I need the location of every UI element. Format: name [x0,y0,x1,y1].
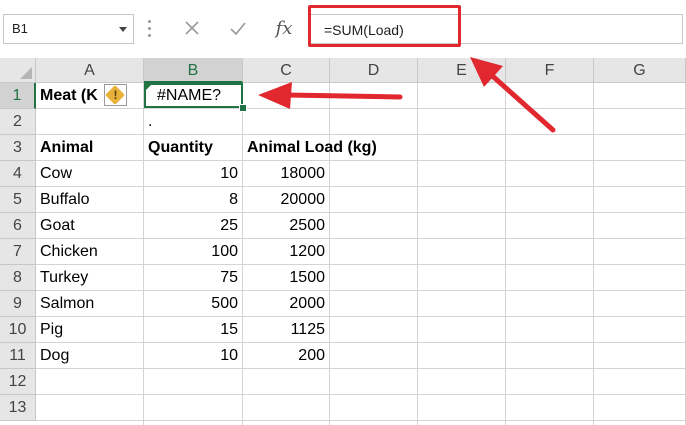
cell-b1[interactable]: #NAME? [144,83,243,109]
x-icon [185,21,199,35]
cell-c9[interactable]: 2000 [243,291,330,317]
cell-c3[interactable]: Animal Load (kg) [243,135,377,161]
row-header-4[interactable]: 4 [0,161,36,187]
row-header-7[interactable]: 7 [0,239,36,265]
cell-b8[interactable]: 75 [144,265,243,291]
cell-b3[interactable]: Quantity [144,135,243,161]
cell-a11[interactable]: Dog [36,343,144,369]
row-gridline [36,394,686,395]
cell-a8[interactable]: Turkey [36,265,144,291]
warning-symbol: ! [113,88,118,102]
cell-c11[interactable]: 200 [243,343,330,369]
column-header-d[interactable]: D [330,58,418,83]
row-header-3[interactable]: 3 [0,135,36,161]
row-header-9[interactable]: 9 [0,291,36,317]
formula-text: =SUM(Load) [324,22,404,38]
formula-bar: B1 fx =SUM(Load) [0,0,686,56]
check-icon [230,22,246,36]
name-box-value: B1 [12,21,28,36]
error-check-button[interactable]: ! [104,84,127,106]
select-all-icon [20,67,32,79]
column-header-a[interactable]: A [36,58,144,83]
cell-a10[interactable]: Pig [36,317,144,343]
name-box[interactable]: B1 [3,14,134,44]
row-header-12[interactable]: 12 [0,369,36,395]
column-header-e[interactable]: E [418,58,506,83]
excel-window: B1 fx =SUM(Load) ABCDEFG 1 2 3 4 5 6 7 8 9 10 11 12… [0,0,686,425]
cell-c5[interactable]: 20000 [243,187,330,213]
column-header-c[interactable]: C [243,58,330,83]
cell-a1[interactable]: Meat (K [36,83,144,109]
cell-c10[interactable]: 1125 [243,317,330,343]
cell-b9[interactable]: 500 [144,291,243,317]
cell-c6[interactable]: 2500 [243,213,330,239]
column-gridline [593,83,594,425]
cell-c4[interactable]: 18000 [243,161,330,187]
column-gridline [417,83,418,425]
column-header-g[interactable]: G [594,58,686,83]
row-header-10[interactable]: 10 [0,317,36,343]
cell-b6[interactable]: 25 [144,213,243,239]
cell-b11[interactable]: 10 [144,343,243,369]
row-gridline [36,420,686,421]
row-header-2[interactable]: 2 [0,109,36,135]
select-all-button[interactable] [0,58,36,83]
row-header-6[interactable]: 6 [0,213,36,239]
row-header-8[interactable]: 8 [0,265,36,291]
cell-b2[interactable]: . [144,109,243,135]
error-indicator-icon [145,84,152,91]
column-header-b[interactable]: B [144,58,243,83]
chevron-down-icon[interactable] [119,27,127,32]
formula-input[interactable]: =SUM(Load) [309,14,683,44]
cell-b7[interactable]: 100 [144,239,243,265]
cell-c7[interactable]: 1200 [243,239,330,265]
enter-button[interactable] [224,16,252,42]
column-gridline [505,83,506,425]
row-header-13[interactable]: 13 [0,395,36,421]
cell-b5[interactable]: 8 [144,187,243,213]
row-header-11[interactable]: 11 [0,343,36,369]
column-header-f[interactable]: F [506,58,594,83]
cell-c8[interactable]: 1500 [243,265,330,291]
drag-handle-icon[interactable] [148,20,151,38]
cell-a3[interactable]: Animal [36,135,144,161]
cell-b4[interactable]: 10 [144,161,243,187]
cell-a9[interactable]: Salmon [36,291,144,317]
fill-handle[interactable] [239,104,247,112]
row-header-5[interactable]: 5 [0,187,36,213]
cancel-button[interactable] [178,16,206,42]
cell-a5[interactable]: Buffalo [36,187,144,213]
cell-a6[interactable]: Goat [36,213,144,239]
cell-b10[interactable]: 15 [144,317,243,343]
cell-a4[interactable]: Cow [36,161,144,187]
insert-function-button[interactable]: fx [270,16,298,42]
row-header-1[interactable]: 1 [0,83,36,109]
cell-a7[interactable]: Chicken [36,239,144,265]
